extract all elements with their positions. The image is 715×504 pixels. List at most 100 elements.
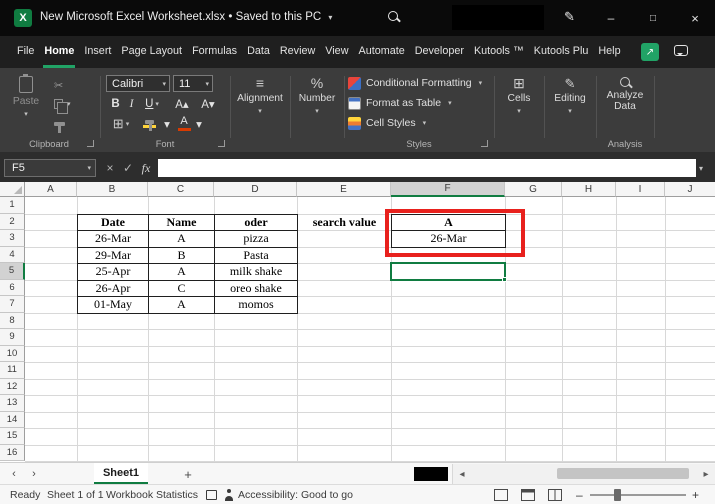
tab-automate[interactable]: Automate	[354, 36, 410, 68]
row-header-8[interactable]: 8	[0, 313, 25, 330]
format-as-table-button[interactable]: Format as Table▾	[348, 93, 492, 113]
font-size-combo[interactable]: 11▾	[173, 75, 213, 92]
row-header-15[interactable]: 15	[0, 428, 25, 445]
formula-bar-expand-icon[interactable]: ▾	[699, 159, 703, 177]
conditional-formatting-button[interactable]: Conditional Formatting▾	[348, 73, 492, 93]
tab-kutools[interactable]: Kutools ™	[469, 36, 529, 68]
cell-C2[interactable]: Name	[148, 214, 215, 232]
col-header-J[interactable]: J	[665, 182, 715, 197]
scroll-left-icon[interactable]: ◂	[455, 466, 469, 482]
cell-C7[interactable]: A	[148, 296, 215, 314]
cell-D3[interactable]: pizza	[214, 230, 298, 248]
bold-button[interactable]: B	[108, 95, 123, 112]
saved-chevron-icon[interactable]: ▾	[328, 13, 332, 22]
zoom-slider-thumb[interactable]	[614, 489, 621, 501]
row-header-16[interactable]: 16	[0, 445, 25, 462]
cell-B3[interactable]: 26-Mar	[77, 230, 149, 248]
col-header-D[interactable]: D	[214, 182, 297, 197]
sheet-nav-left-icon[interactable]: ‹	[6, 466, 22, 482]
tab-help[interactable]: Help	[593, 36, 625, 68]
sheet-tab-sheet1[interactable]: Sheet1	[94, 463, 148, 484]
cut-button[interactable]: ✂	[54, 77, 63, 93]
status-icon[interactable]	[206, 490, 217, 500]
font-color-chevron[interactable]: ▾	[194, 115, 204, 132]
number-button[interactable]: % Number ▾	[294, 77, 340, 133]
comments-button[interactable]	[674, 45, 688, 56]
select-all-corner[interactable]	[0, 182, 25, 197]
editing-button[interactable]: ✎ Editing ▾	[548, 77, 592, 133]
row-header-3[interactable]: 3	[0, 230, 25, 247]
underline-button[interactable]: U▾	[140, 95, 164, 112]
col-header-B[interactable]: B	[77, 182, 148, 197]
scroll-right-icon[interactable]: ▸	[699, 466, 713, 482]
tab-file[interactable]: File	[12, 36, 39, 68]
add-sheet-button[interactable]: +	[180, 466, 196, 482]
accessibility-status[interactable]: Accessibility: Good to go	[238, 489, 353, 501]
excel-app-icon[interactable]: X	[14, 9, 32, 27]
row-header-5[interactable]: 5	[0, 263, 25, 280]
row-header-10[interactable]: 10	[0, 346, 25, 363]
fill-color-button[interactable]	[140, 114, 158, 133]
tab-insert[interactable]: Insert	[79, 36, 116, 68]
cell-B7[interactable]: 01-May	[77, 296, 149, 314]
decrease-font-button[interactable]: A▾	[196, 95, 220, 112]
clipboard-dialog-launcher[interactable]	[87, 140, 94, 147]
paste-button[interactable]: Paste ▾	[6, 76, 46, 134]
pen-icon[interactable]: ✎	[564, 9, 575, 25]
cell-B2[interactable]: Date	[77, 214, 149, 232]
sheet-nav-right-icon[interactable]: ›	[26, 466, 42, 482]
cell-C5[interactable]: A	[148, 263, 215, 281]
tab-data[interactable]: Data	[242, 36, 275, 68]
cell-C6[interactable]: C	[148, 280, 215, 298]
cell-D7[interactable]: momos	[214, 296, 298, 314]
row-header-13[interactable]: 13	[0, 395, 25, 412]
fill-color-chevron[interactable]: ▾	[162, 115, 172, 132]
cell-B5[interactable]: 25-Apr	[77, 263, 149, 281]
col-header-F[interactable]: F	[391, 182, 505, 197]
maximize-button[interactable]: □	[638, 0, 668, 36]
row-header-9[interactable]: 9	[0, 329, 25, 346]
font-name-combo[interactable]: Calibri▾	[106, 75, 170, 92]
cell-B6[interactable]: 26-Apr	[77, 280, 149, 298]
cell-C4[interactable]: B	[148, 247, 215, 265]
cell-D5[interactable]: milk shake	[214, 263, 298, 281]
row-header-1[interactable]: 1	[0, 197, 25, 214]
row-header-14[interactable]: 14	[0, 412, 25, 429]
tab-view[interactable]: View	[320, 36, 353, 68]
cell-D6[interactable]: oreo shake	[214, 280, 298, 298]
format-painter-button[interactable]	[54, 116, 65, 132]
cells-button[interactable]: ⊞ Cells ▾	[498, 77, 540, 133]
scroll-thumb[interactable]	[557, 468, 689, 479]
col-header-G[interactable]: G	[505, 182, 562, 197]
close-button[interactable]: ×	[680, 0, 710, 36]
page-break-view-button[interactable]	[548, 489, 562, 501]
font-color-button[interactable]: A	[176, 114, 192, 133]
col-header-A[interactable]: A	[25, 182, 77, 197]
col-header-C[interactable]: C	[148, 182, 214, 197]
tab-kutools-plu[interactable]: Kutools Plu	[529, 36, 594, 68]
row-header-6[interactable]: 6	[0, 280, 25, 297]
row-header-4[interactable]: 4	[0, 247, 25, 264]
minimize-button[interactable]: –	[596, 0, 626, 36]
tab-home[interactable]: Home	[39, 36, 79, 68]
borders-button[interactable]: ⊞▾	[108, 115, 134, 132]
formula-input[interactable]	[158, 159, 696, 177]
increase-font-button[interactable]: A▴	[170, 95, 194, 112]
styles-dialog-launcher[interactable]	[481, 140, 488, 147]
share-button[interactable]: ↗	[641, 43, 659, 61]
zoom-slider-track[interactable]	[590, 494, 686, 496]
page-layout-view-button[interactable]	[521, 489, 535, 501]
cell-D2[interactable]: oder	[214, 214, 298, 232]
tab-formulas[interactable]: Formulas	[187, 36, 242, 68]
cell-E2[interactable]: search value	[297, 214, 392, 232]
row-header-7[interactable]: 7	[0, 296, 25, 313]
search-icon[interactable]	[388, 11, 404, 27]
enter-button[interactable]: ✓	[120, 159, 136, 177]
cell-D4[interactable]: Pasta	[214, 247, 298, 265]
tab-review[interactable]: Review	[275, 36, 320, 68]
col-header-I[interactable]: I	[616, 182, 665, 197]
font-dialog-launcher[interactable]	[218, 140, 225, 147]
horizontal-scrollbar[interactable]: ◂ ▸	[452, 464, 715, 484]
alignment-button[interactable]: ≡ Alignment ▾	[234, 77, 286, 133]
insert-function-button[interactable]: fx	[138, 159, 154, 177]
